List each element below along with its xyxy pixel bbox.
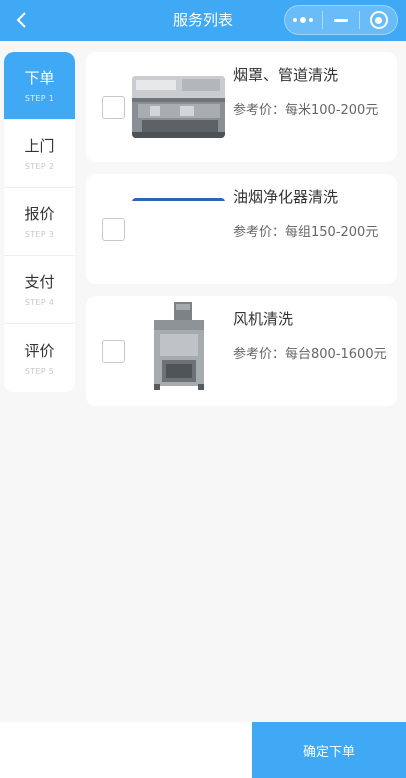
step-number: STEP 3 [24,230,55,239]
step-number: STEP 4 [24,298,55,307]
close-button[interactable] [360,6,397,34]
service-image [132,76,225,138]
step-order[interactable]: 下单 STEP 1 [4,52,75,120]
service-card[interactable]: 烟罩、管道清洗 参考价：每米100-200元 [86,52,397,162]
step-review[interactable]: 评价 STEP 5 [4,324,75,392]
step-number: STEP 2 [24,162,55,171]
service-image [132,198,225,260]
service-checkbox[interactable] [102,96,125,119]
service-price: 参考价：每米100-200元 [233,103,379,118]
mini-program-capsule [284,5,398,35]
step-label: 支付 [24,273,55,291]
service-name: 油烟净化器清洗 [233,188,339,206]
fan-unit-photo [150,302,208,390]
step-label: 上门 [24,137,55,155]
step-pay[interactable]: 支付 STEP 4 [4,256,75,324]
service-price: 参考价：每台800-1600元 [233,347,387,362]
step-label: 报价 [24,205,55,223]
service-card[interactable]: 风机清洗 参考价：每台800-1600元 [86,296,397,406]
step-label: 下单 [24,69,55,87]
nav-header: 服务列表 [0,0,406,41]
step-quote[interactable]: 报价 STEP 3 [4,188,75,256]
minimize-icon [334,18,348,22]
confirm-order-button[interactable]: 确定下单 [252,722,406,778]
step-number: STEP 5 [24,366,55,376]
more-button[interactable] [285,6,322,34]
more-dots-icon [293,17,314,23]
service-checkbox[interactable] [102,340,125,363]
step-label: 评价 [24,341,55,360]
close-circle-icon [369,11,388,29]
step-number: STEP 1 [24,94,55,103]
service-checkbox[interactable] [102,218,125,241]
service-card[interactable]: 油烟净化器清洗 参考价：每组150-200元 [86,174,397,284]
service-price: 参考价：每组150-200元 [233,225,379,240]
step-visit[interactable]: 上门 STEP 2 [4,120,75,188]
order-steps: 下单 STEP 1 上门 STEP 2 报价 STEP 3 支付 STEP 4 … [4,52,75,392]
minimize-button[interactable] [323,6,360,34]
service-name: 风机清洗 [233,310,294,328]
service-name: 烟罩、管道清洗 [233,66,339,84]
